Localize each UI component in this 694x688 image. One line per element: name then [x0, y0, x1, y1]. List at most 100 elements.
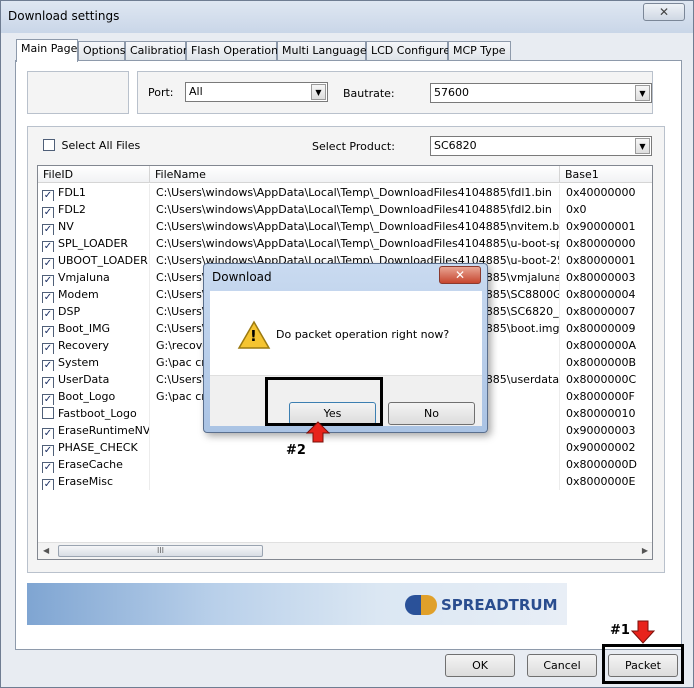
row-checkbox[interactable] — [42, 407, 54, 419]
dialog-title: Download — [212, 270, 272, 284]
cell-fileid: ✓ Vmjaluna — [38, 269, 150, 286]
tab-lcd-configure[interactable]: LCD Configure — [366, 41, 450, 61]
row-fileid-label: System — [58, 356, 100, 369]
select-product-label: Select Product: — [312, 140, 395, 153]
table-row[interactable]: ✓ EraseMisc 0x8000000E — [38, 473, 652, 490]
tab-multi-languages[interactable]: Multi Languages — [277, 41, 372, 61]
row-fileid-label: DSP — [58, 305, 81, 318]
chevron-down-icon: ▼ — [635, 85, 650, 101]
cell-fileid: ✓ FDL1 — [38, 184, 150, 201]
cell-fileid: ✓ EraseMisc — [38, 473, 150, 490]
cell-fileid: ✓ DSP — [38, 303, 150, 320]
close-icon[interactable]: ✕ — [643, 3, 685, 21]
annotation-box-yes — [265, 377, 383, 426]
chevron-down-icon: ▼ — [635, 138, 650, 154]
row-fileid-label: UBOOT_LOADER — [58, 254, 148, 267]
scroll-thumb[interactable]: III — [58, 545, 263, 557]
cell-fileid: Fastboot_Logo — [38, 405, 150, 422]
row-fileid-label: Boot_Logo — [58, 390, 116, 403]
row-checkbox[interactable]: ✓ — [42, 326, 54, 337]
row-fileid-label: EraseCache — [58, 458, 123, 471]
table-row[interactable]: ✓ FDL2 C:\Users\windows\AppData\Local\Temp… — [38, 201, 652, 218]
port-label: Port: — [148, 86, 174, 99]
cell-base1: 0x80000009 — [560, 320, 652, 337]
table-row[interactable]: ✓ NV C:\Users\windows\AppData\Local\Temp\_… — [38, 218, 652, 235]
brand-text: SPREADTRUM — [441, 596, 558, 614]
row-fileid-label: EraseRuntimeNV — [58, 424, 150, 437]
row-checkbox[interactable]: ✓ — [42, 309, 54, 320]
table-row[interactable]: ✓ EraseCache 0x8000000D — [38, 456, 652, 473]
column-header-base1[interactable]: Base1 — [560, 166, 652, 183]
scroll-right-icon[interactable]: ▶ — [642, 546, 648, 555]
chevron-down-icon: ▼ — [311, 84, 326, 100]
table-row[interactable]: ✓ SPL_LOADER C:\Users\windows\AppData\Loca… — [38, 235, 652, 252]
baudrate-select[interactable]: 57600 ▼ — [430, 83, 652, 103]
cell-base1: 0x8000000A — [560, 337, 652, 354]
tab-flash-operations[interactable]: Flash Operations — [186, 41, 284, 61]
row-fileid-label: Fastboot_Logo — [58, 407, 137, 420]
table-row[interactable]: ✓ FDL1 C:\Users\windows\AppData\Local\Temp… — [38, 184, 652, 201]
row-checkbox[interactable]: ✓ — [42, 377, 54, 388]
warning-icon-glyph: ! — [250, 327, 257, 345]
cell-fileid: ✓ Recovery — [38, 337, 150, 354]
row-checkbox[interactable]: ✓ — [42, 224, 54, 235]
horizontal-scrollbar[interactable]: ◀ III ▶ — [38, 542, 652, 559]
cell-base1: 0x8000000C — [560, 371, 652, 388]
cell-filename: C:\Users\windows\AppData\Local\Temp\_Dow… — [150, 218, 560, 235]
spreadtrum-logo-icon — [405, 595, 437, 615]
row-fileid-label: Vmjaluna — [58, 271, 110, 284]
spreadtrum-logo: SPREADTRUM — [405, 593, 558, 617]
column-header-filename[interactable]: FileName — [150, 166, 560, 183]
row-checkbox[interactable]: ✓ — [42, 462, 54, 473]
port-select[interactable]: All ▼ — [185, 82, 328, 102]
cell-base1: 0x80000010 — [560, 405, 652, 422]
cell-base1: 0x0 — [560, 201, 652, 218]
row-fileid-label: SPL_LOADER — [58, 237, 129, 250]
select-all-checkbox[interactable]: Select All Files — [43, 139, 140, 152]
row-checkbox[interactable]: ✓ — [42, 241, 54, 252]
cancel-button[interactable]: Cancel — [527, 654, 597, 677]
row-checkbox[interactable]: ✓ — [42, 394, 54, 405]
row-checkbox[interactable]: ✓ — [42, 360, 54, 371]
table-row[interactable]: ✓ PHASE_CHECK 0x90000002 — [38, 439, 652, 456]
cell-base1: 0x80000000 — [560, 235, 652, 252]
empty-group-box — [27, 71, 129, 114]
row-checkbox[interactable]: ✓ — [42, 479, 54, 490]
cell-fileid: ✓ NV — [38, 218, 150, 235]
cell-fileid: ✓ Boot_IMG — [38, 320, 150, 337]
row-checkbox[interactable]: ✓ — [42, 207, 54, 218]
cell-fileid: ✓ SPL_LOADER — [38, 235, 150, 252]
row-checkbox[interactable]: ✓ — [42, 190, 54, 201]
scroll-left-icon[interactable]: ◀ — [43, 546, 49, 555]
column-header-fileid[interactable]: FileID — [38, 166, 150, 183]
ok-button[interactable]: OK — [445, 654, 515, 677]
row-checkbox[interactable]: ✓ — [42, 292, 54, 303]
tab-main-page[interactable]: Main Page — [16, 39, 78, 62]
tab-mcp-type[interactable]: MCP Type — [448, 41, 511, 61]
list-header: FileID FileName Base1 — [38, 166, 652, 183]
cell-fileid: ✓ System — [38, 354, 150, 371]
no-button[interactable]: No — [388, 402, 475, 425]
cell-base1: 0x40000000 — [560, 184, 652, 201]
annotation-label-two: #2 — [286, 443, 306, 458]
dialog-close-icon[interactable]: ✕ — [439, 266, 481, 284]
row-checkbox[interactable]: ✓ — [42, 445, 54, 456]
cell-base1: 0x8000000B — [560, 354, 652, 371]
cell-base1: 0x8000000E — [560, 473, 652, 490]
row-checkbox[interactable]: ✓ — [42, 343, 54, 354]
tab-options[interactable]: Options — [78, 41, 125, 61]
row-checkbox[interactable]: ✓ — [42, 275, 54, 286]
port-value: All — [189, 85, 203, 98]
baudrate-value: 57600 — [434, 86, 469, 99]
cell-fileid: ✓ EraseRuntimeNV — [38, 422, 150, 439]
row-fileid-label: NV — [58, 220, 74, 233]
title-bar: Download settings ✕ — [1, 1, 693, 33]
cell-fileid: ✓ EraseCache — [38, 456, 150, 473]
row-checkbox[interactable]: ✓ — [42, 258, 54, 269]
annotation-arrow-up-icon — [305, 421, 331, 443]
row-fileid-label: UserData — [58, 373, 110, 386]
product-select[interactable]: SC6820 ▼ — [430, 136, 652, 156]
row-checkbox[interactable]: ✓ — [42, 428, 54, 439]
tab-calibration[interactable]: Calibration — [125, 41, 190, 61]
cell-filename — [150, 456, 560, 473]
